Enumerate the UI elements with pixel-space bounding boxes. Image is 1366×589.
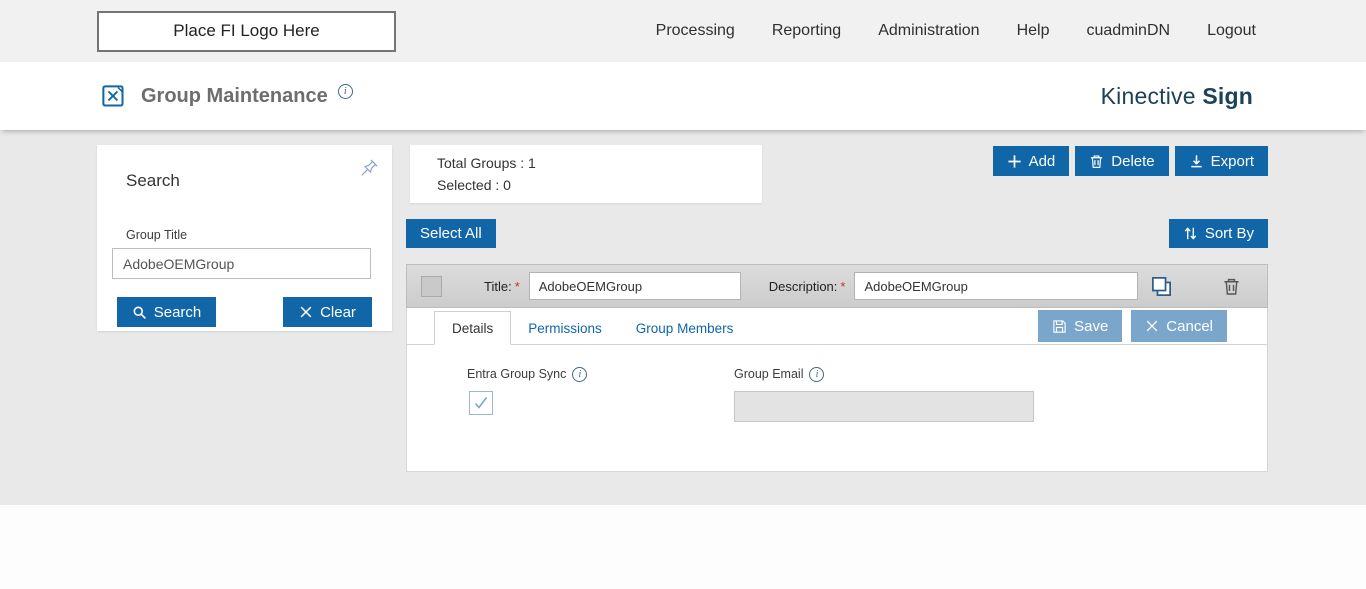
- select-all-button[interactable]: Select All: [406, 219, 496, 248]
- nav-help[interactable]: Help: [1017, 22, 1050, 40]
- row-title-input[interactable]: [529, 272, 741, 300]
- search-panel: Search Group Title Search Clear: [97, 145, 392, 331]
- group-toolbar: Add Delete Export: [993, 146, 1268, 176]
- main-content: Search Group Title Search Clear Total Gr…: [0, 130, 1366, 505]
- page-footer: [0, 505, 1366, 589]
- clear-button-label: Clear: [320, 304, 356, 321]
- row-description-input[interactable]: [854, 272, 1138, 300]
- info-icon[interactable]: i: [809, 367, 824, 382]
- nav-administration[interactable]: Administration: [878, 22, 979, 40]
- description-label: Description:*: [769, 279, 846, 294]
- delete-button[interactable]: Delete: [1075, 146, 1168, 176]
- required-marker: *: [840, 279, 845, 294]
- export-button[interactable]: Export: [1175, 146, 1268, 176]
- pushpin-icon[interactable]: [359, 158, 379, 183]
- group-title-input[interactable]: [112, 248, 371, 279]
- total-groups: Total Groups : 1: [437, 155, 735, 171]
- x-icon: [299, 305, 313, 319]
- row-delete-button[interactable]: [1222, 277, 1241, 296]
- save-button-label: Save: [1074, 318, 1108, 335]
- brand-second: Sign: [1202, 83, 1253, 109]
- page-header: Group Maintenance i Kinective Sign: [0, 62, 1366, 130]
- selected-label: Selected :: [437, 177, 499, 193]
- brand-first: Kinective: [1101, 83, 1196, 109]
- checkmark-icon: [473, 395, 489, 411]
- row-action-buttons: Save Cancel: [1038, 310, 1227, 342]
- sort-by-label: Sort By: [1205, 225, 1254, 242]
- trash-icon: [1089, 154, 1104, 169]
- selected-count: Selected : 0: [437, 177, 735, 193]
- group-detail-panel: Details Permissions Group Members Save C…: [406, 308, 1268, 472]
- entra-group-sync-label: Entra Group Sync i: [467, 367, 587, 382]
- nav-processing[interactable]: Processing: [656, 22, 735, 40]
- nav-logout[interactable]: Logout: [1207, 22, 1256, 40]
- note-edit-icon: [100, 83, 127, 110]
- delete-button-label: Delete: [1111, 153, 1154, 170]
- brand-logo: Kinective Sign: [1101, 83, 1253, 110]
- plus-icon: [1007, 154, 1022, 169]
- required-marker: *: [515, 279, 520, 294]
- tab-details[interactable]: Details: [434, 311, 511, 345]
- top-navigation: Processing Reporting Administration Help…: [656, 22, 1256, 40]
- search-button-label: Search: [154, 304, 202, 321]
- fi-logo-text: Place FI Logo Here: [173, 21, 319, 41]
- search-button[interactable]: Search: [117, 297, 216, 327]
- page-title: Group Maintenance: [141, 85, 328, 108]
- trash-icon: [1222, 277, 1241, 296]
- total-groups-value: 1: [528, 155, 536, 171]
- save-button[interactable]: Save: [1038, 310, 1122, 342]
- title-label: Title:*: [484, 279, 520, 294]
- info-icon[interactable]: i: [572, 367, 587, 382]
- sort-by-button[interactable]: Sort By: [1169, 219, 1268, 248]
- clear-button[interactable]: Clear: [283, 297, 372, 327]
- total-groups-label: Total Groups :: [437, 155, 524, 171]
- summary-box: Total Groups : 1 Selected : 0: [410, 145, 762, 203]
- top-bar: Place FI Logo Here Processing Reporting …: [0, 0, 1366, 62]
- cancel-button-label: Cancel: [1166, 318, 1213, 335]
- export-button-label: Export: [1211, 153, 1254, 170]
- download-icon: [1189, 154, 1204, 169]
- copy-icon: [1150, 275, 1173, 298]
- copy-button[interactable]: [1150, 275, 1173, 298]
- group-row: Title:* Description:*: [406, 264, 1268, 308]
- select-all-label: Select All: [420, 225, 482, 242]
- selected-value: 0: [503, 177, 511, 193]
- sort-arrows-icon: [1183, 226, 1198, 241]
- details-tab-content: Entra Group Sync i Group Email i: [407, 345, 1267, 471]
- floppy-disk-icon: [1052, 319, 1067, 334]
- add-button[interactable]: Add: [993, 146, 1070, 176]
- info-icon[interactable]: i: [338, 84, 353, 99]
- group-title-label: Group Title: [126, 228, 187, 242]
- x-icon: [1145, 319, 1159, 333]
- group-email-input[interactable]: [734, 391, 1034, 422]
- tab-bar: Details Permissions Group Members Save C…: [407, 308, 1267, 345]
- search-panel-title: Search: [126, 171, 180, 191]
- magnifier-icon: [132, 305, 147, 320]
- tab-group-members[interactable]: Group Members: [619, 312, 751, 344]
- nav-user-cuadmindn[interactable]: cuadminDN: [1086, 22, 1170, 40]
- row-select-checkbox[interactable]: [421, 276, 442, 297]
- group-email-label: Group Email i: [734, 367, 824, 382]
- tab-permissions[interactable]: Permissions: [511, 312, 619, 344]
- entra-group-sync-checkbox[interactable]: [469, 391, 493, 415]
- add-button-label: Add: [1029, 153, 1056, 170]
- cancel-button[interactable]: Cancel: [1131, 310, 1227, 342]
- fi-logo-placeholder: Place FI Logo Here: [97, 11, 396, 52]
- nav-reporting[interactable]: Reporting: [772, 22, 841, 40]
